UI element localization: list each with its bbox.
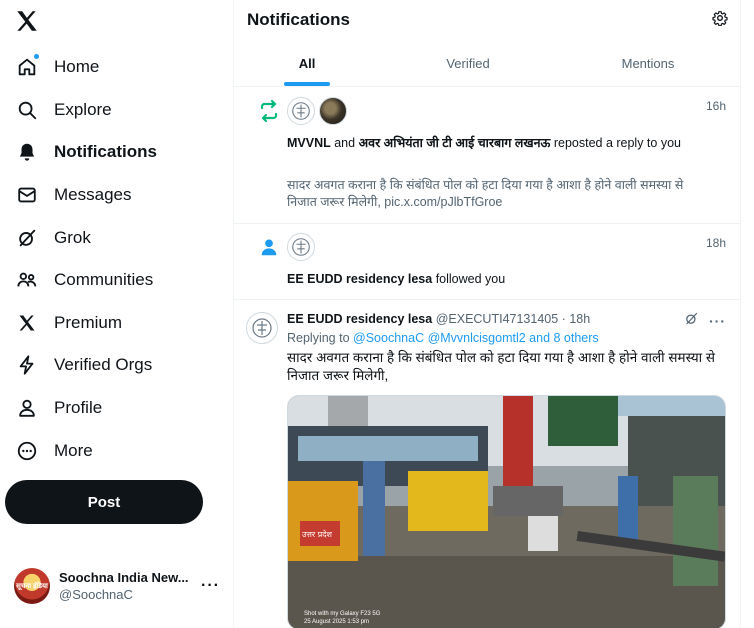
avatar: सूचना इंडिया [14, 568, 50, 604]
nav-explore[interactable]: Explore [0, 89, 233, 132]
notification-time: 18h [705, 236, 726, 250]
author-name[interactable]: EE EUDD residency lesa [287, 312, 432, 326]
avatar-text: सूचना इंडिया [16, 582, 48, 590]
lightning-icon [14, 352, 40, 378]
notification-tabs: All Verified Mentions [234, 40, 740, 87]
post-button[interactable]: Post [5, 480, 203, 524]
avatar[interactable] [319, 97, 347, 125]
caption-line: 25 August 2025 1:53 pm [304, 619, 370, 625]
replying-prefix: Replying to [287, 331, 350, 345]
notification-time: 16h [705, 99, 726, 113]
tab-mentions[interactable]: Mentions [556, 40, 740, 86]
emblem-icon [252, 318, 272, 338]
nav-label: Communities [54, 270, 154, 290]
account-name: Soochna India New... [59, 570, 189, 585]
sidebar: Home Explore Notifications Messages Grok [0, 0, 233, 628]
nav-label: Verified Orgs [54, 355, 153, 375]
notification-follow[interactable]: 18h EE EUDD residency lesa followed you [234, 224, 740, 300]
notification-excerpt: सादर अवगत कराना है कि संबंधित पोल को हटा… [287, 178, 684, 209]
connector-text: and [334, 136, 356, 150]
nav-label: Grok [54, 227, 91, 247]
action-text: followed you [435, 272, 506, 286]
tweet-text: सादर अवगत कराना है कि संबंधित पोल को हटा… [287, 350, 716, 383]
nav-label: Explore [54, 99, 112, 119]
grok-icon[interactable] [684, 311, 699, 331]
nav-home[interactable]: Home [0, 46, 233, 89]
photo-caption: Shot with my Galaxy F23 5G 25 August 202… [304, 610, 380, 626]
tab-all[interactable]: All [234, 40, 380, 86]
street-photo: उत्तर प्रदेश [288, 396, 725, 628]
person-icon [14, 395, 40, 421]
search-icon [14, 97, 40, 123]
caption-line: Shot with my Galaxy F23 5G [304, 611, 381, 617]
page-header: Notifications [234, 0, 740, 40]
more-circle-icon [14, 438, 40, 464]
emblem-icon [292, 102, 310, 120]
nav-label: Premium [54, 312, 123, 332]
person-icon [256, 234, 282, 260]
nav-label: Profile [54, 398, 103, 418]
author-handle[interactable]: @EXECUTI47131405 [436, 312, 558, 326]
repost-icon [256, 98, 282, 124]
bell-icon [14, 139, 40, 165]
sign-text: उत्तर प्रदेश [302, 529, 333, 539]
nav-more[interactable]: More [0, 429, 233, 472]
page-title: Notifications [247, 10, 350, 29]
more-horizontal-icon[interactable]: ··· [709, 313, 726, 329]
account-switcher[interactable]: सूचना इंडिया Soochna India New... @Sooch… [14, 566, 224, 606]
nav-messages[interactable]: Messages [0, 174, 233, 217]
replying-to-link[interactable]: @SoochnaC @Mvvnlcisgomtl2 and 8 others [353, 331, 599, 345]
actor-name[interactable]: EE EUDD residency lesa [287, 272, 432, 286]
separator: · [561, 312, 566, 326]
more-horizontal-icon[interactable]: ··· [201, 577, 220, 595]
settings-gear-icon[interactable] [712, 10, 728, 31]
notification-text: EE EUDD residency lesa followed you [287, 271, 720, 288]
tweet-photo[interactable]: उत्तर प्रदेश Shot with my Galaxy F23 5G … [287, 395, 726, 628]
notification-repost[interactable]: 16h MVVNL and अवर अभियंता जी टी आई चारबा… [234, 87, 740, 224]
primary-nav: Home Explore Notifications Messages Grok [0, 46, 233, 472]
nav-label: More [54, 440, 93, 460]
grok-icon [14, 225, 40, 251]
action-text: reposted a reply to you [553, 136, 681, 150]
home-icon [14, 53, 40, 80]
nav-grok[interactable]: Grok [0, 216, 233, 259]
notification-text: MVVNL and अवर अभियंता जी टी आई चारबाग लख… [287, 135, 720, 152]
nav-notifications[interactable]: Notifications [0, 131, 233, 174]
actor-name[interactable]: MVVNL [287, 136, 331, 150]
nav-verified-orgs[interactable]: Verified Orgs [0, 344, 233, 387]
account-handle: @SoochnaC [59, 587, 133, 602]
avatar[interactable] [287, 97, 315, 125]
tab-verified[interactable]: Verified [380, 40, 556, 86]
replying-to: Replying to @SoochnaC @Mvvnlcisgomtl2 an… [287, 331, 599, 345]
actor-name[interactable]: अवर अभियंता जी टी आई चारबाग लखनऊ [359, 136, 551, 150]
envelope-icon [14, 182, 40, 208]
tweet-time[interactable]: 18h [569, 312, 590, 326]
nav-communities[interactable]: Communities [0, 259, 233, 302]
nav-label: Messages [54, 185, 132, 205]
people-icon [14, 267, 40, 293]
notifications-column: Notifications All Verified Mentions 16h … [233, 0, 741, 628]
nav-label: Notifications [54, 142, 157, 162]
nav-premium[interactable]: Premium [0, 302, 233, 345]
unread-dot [33, 53, 40, 61]
x-logo[interactable] [14, 8, 42, 36]
tweet-header: EE EUDD residency lesa @EXECUTI47131405 … [287, 312, 590, 326]
tweet-reply[interactable]: EE EUDD residency lesa @EXECUTI47131405 … [234, 300, 740, 628]
nav-profile[interactable]: Profile [0, 387, 233, 430]
avatar[interactable] [246, 312, 278, 344]
nav-label: Home [54, 57, 100, 77]
emblem-icon [292, 238, 310, 256]
avatar[interactable] [287, 233, 315, 261]
x-logo-icon [14, 310, 40, 336]
